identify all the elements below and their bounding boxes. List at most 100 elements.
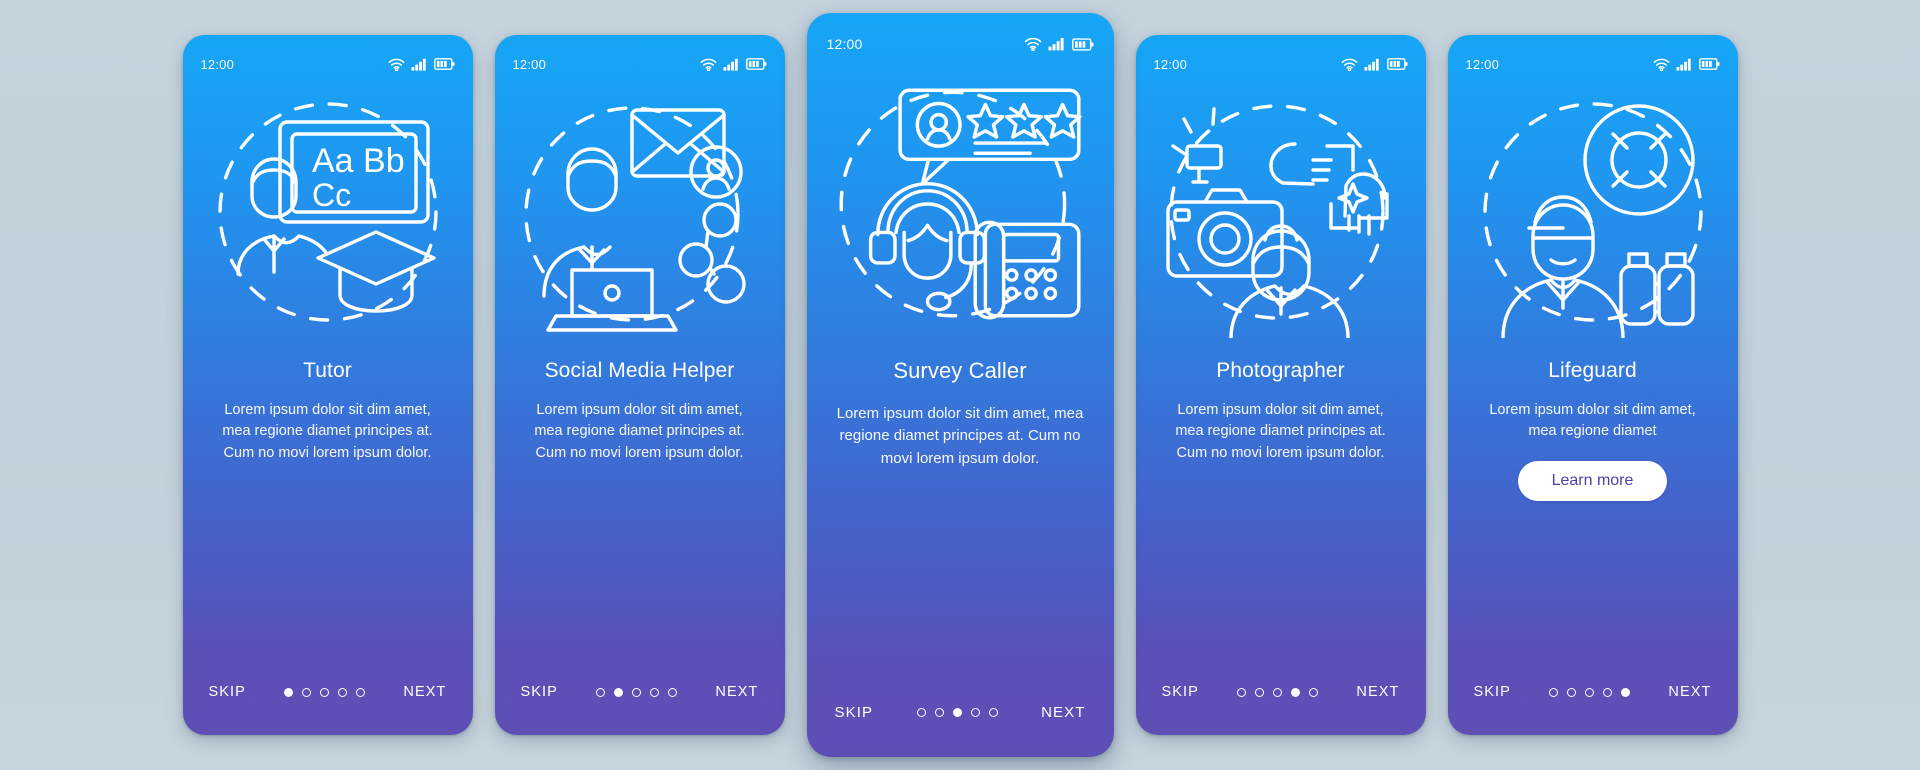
cellular-signal-icon <box>411 58 426 71</box>
status-bar: 12:00 <box>807 32 1114 56</box>
status-bar: 12:00 <box>183 52 473 76</box>
learn-more-button[interactable]: Learn more <box>1517 461 1668 502</box>
onboarding-screen-tutor: 12:00 Aa Bb Cc Tutor Lorem ipsum dolor s… <box>182 35 473 735</box>
status-bar: 12:00 <box>1136 52 1426 76</box>
screen-title: Tutor <box>303 359 352 382</box>
skip-button[interactable]: SKIP <box>1472 680 1513 704</box>
status-bar-icons <box>1341 58 1408 71</box>
pagination-dot[interactable] <box>320 687 330 697</box>
battery-icon <box>1386 58 1407 70</box>
pagination-dot[interactable] <box>1309 687 1319 697</box>
onboarding-screens-stage: 12:00 Aa Bb Cc Tutor Lorem ipsum dolor s… <box>0 0 1920 770</box>
next-button[interactable]: NEXT <box>401 680 448 704</box>
next-button[interactable]: NEXT <box>1666 680 1713 704</box>
status-bar-clock: 12:00 <box>1153 56 1188 72</box>
status-bar-clock: 12:00 <box>512 56 547 72</box>
screen-description: Lorem ipsum dolor sit dim amet, mea regi… <box>534 401 745 462</box>
illustration-lifeguard <box>1448 82 1738 344</box>
onboarding-screen-survey-caller: 12:00 Survey Caller Lorem ipsum dolor si… <box>806 13 1114 757</box>
status-bar-icons <box>388 58 455 71</box>
status-bar-icons <box>1024 37 1094 51</box>
pagination-dot[interactable] <box>596 687 606 697</box>
illustration-tutor: Aa Bb Cc <box>183 82 473 344</box>
screen-content: Survey Caller Lorem ipsum dolor sit dim … <box>807 342 1114 679</box>
pagination-dot[interactable] <box>1237 687 1247 697</box>
bottom-navigation: SKIP NEXT <box>1448 659 1738 735</box>
battery-icon <box>1071 37 1093 51</box>
screen-title: Photographer <box>1216 359 1345 382</box>
skip-button[interactable]: SKIP <box>1160 680 1201 704</box>
pagination-dot[interactable] <box>916 707 926 717</box>
pagination-dot[interactable] <box>988 707 998 717</box>
wifi-icon <box>700 58 716 71</box>
pagination-dot[interactable] <box>1549 687 1559 697</box>
pagination-dot[interactable] <box>632 687 642 697</box>
pagination-dots <box>596 687 678 697</box>
pagination-dot[interactable] <box>934 707 944 717</box>
cellular-signal-icon <box>723 58 738 71</box>
screen-title: Lifeguard <box>1548 359 1637 382</box>
bottom-navigation: SKIP NEXT <box>183 659 473 735</box>
wifi-icon <box>1653 58 1669 71</box>
status-bar-clock: 12:00 <box>1465 56 1500 72</box>
screen-title: Survey Caller <box>893 358 1027 383</box>
svg-text:Aa Bb: Aa Bb <box>312 142 405 180</box>
illustration-photographer <box>1136 82 1426 344</box>
status-bar: 12:00 <box>1448 52 1738 76</box>
onboarding-screen-social-media-helper: 12:00 Social Media Helper Lorem ipsum do… <box>494 35 785 735</box>
pagination-dot[interactable] <box>952 707 962 717</box>
cellular-signal-icon <box>1676 58 1691 71</box>
screen-content: Lifeguard Lorem ipsum dolor sit dim amet… <box>1448 344 1738 659</box>
screen-description: Lorem ipsum dolor sit dim amet, mea regi… <box>222 401 433 462</box>
skip-button[interactable]: SKIP <box>207 680 248 704</box>
wifi-icon <box>1024 37 1041 51</box>
pagination-dot[interactable] <box>1567 687 1577 697</box>
onboarding-screen-photographer: 12:00 Photographer Lorem ipsum dolor sit… <box>1135 35 1426 735</box>
status-bar-clock: 12:00 <box>826 36 863 52</box>
pagination-dot[interactable] <box>284 687 294 697</box>
pagination-dot[interactable] <box>1603 687 1613 697</box>
screen-description: Lorem ipsum dolor sit dim amet, mea regi… <box>1489 401 1696 440</box>
pagination-dot[interactable] <box>1273 687 1283 697</box>
next-button[interactable]: NEXT <box>1354 680 1401 704</box>
skip-button[interactable]: SKIP <box>519 680 560 704</box>
pagination-dot[interactable] <box>614 687 624 697</box>
next-button[interactable]: NEXT <box>1039 700 1087 725</box>
screen-description: Lorem ipsum dolor sit dim amet, mea regi… <box>836 404 1084 467</box>
star-rating <box>966 102 1082 139</box>
bottom-navigation: SKIP NEXT <box>495 659 785 735</box>
status-bar-icons <box>1653 58 1720 71</box>
pagination-dots <box>916 707 998 717</box>
onboarding-screen-lifeguard: 12:00 Lifeguard Lorem ipsum dolor sit di… <box>1447 35 1738 735</box>
bottom-navigation: SKIP NEXT <box>807 679 1114 757</box>
pagination-dot[interactable] <box>356 687 366 697</box>
status-bar-clock: 12:00 <box>200 56 235 72</box>
next-button[interactable]: NEXT <box>713 680 760 704</box>
skip-button[interactable]: SKIP <box>833 700 876 725</box>
screen-content: Social Media Helper Lorem ipsum dolor si… <box>495 344 785 659</box>
pagination-dot[interactable] <box>1255 687 1265 697</box>
pagination-dot[interactable] <box>970 707 980 717</box>
pagination-dot[interactable] <box>668 687 678 697</box>
pagination-dot[interactable] <box>338 687 348 697</box>
wifi-icon <box>1341 58 1357 71</box>
pagination-dot[interactable] <box>1291 687 1301 697</box>
pagination-dot[interactable] <box>650 687 660 697</box>
battery-icon <box>745 58 766 70</box>
status-bar: 12:00 <box>495 52 785 76</box>
pagination-dots <box>284 687 366 697</box>
pagination-dot[interactable] <box>1621 687 1631 697</box>
cellular-signal-icon <box>1048 37 1064 51</box>
pagination-dot[interactable] <box>302 687 312 697</box>
status-bar-icons <box>700 58 767 71</box>
cellular-signal-icon <box>1364 58 1379 71</box>
screen-description: Lorem ipsum dolor sit dim amet, mea regi… <box>1175 401 1386 462</box>
illustration-social-media-helper <box>495 82 785 344</box>
pagination-dot[interactable] <box>1585 687 1595 697</box>
wifi-icon <box>388 58 404 71</box>
battery-icon <box>433 58 454 70</box>
battery-icon <box>1698 58 1719 70</box>
pagination-dots <box>1549 687 1631 697</box>
screen-title: Social Media Helper <box>544 359 735 382</box>
screen-content: Photographer Lorem ipsum dolor sit dim a… <box>1136 344 1426 659</box>
